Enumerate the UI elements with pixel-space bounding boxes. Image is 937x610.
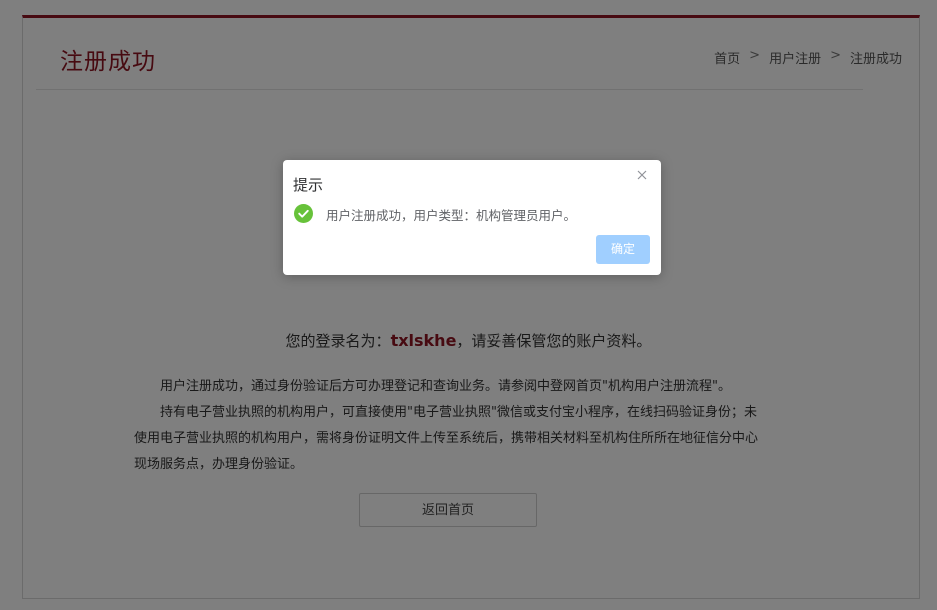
dialog-title: 提示 [293,176,324,194]
close-icon[interactable] [635,168,649,182]
message-dialog: 提示 用户注册成功，用户类型：机构管理员用户。 确定 [283,160,661,275]
dialog-message: 用户注册成功，用户类型：机构管理员用户。 [326,208,577,223]
check-circle-icon [294,204,313,223]
confirm-button[interactable]: 确定 [596,235,650,264]
modal-overlay [0,0,937,610]
